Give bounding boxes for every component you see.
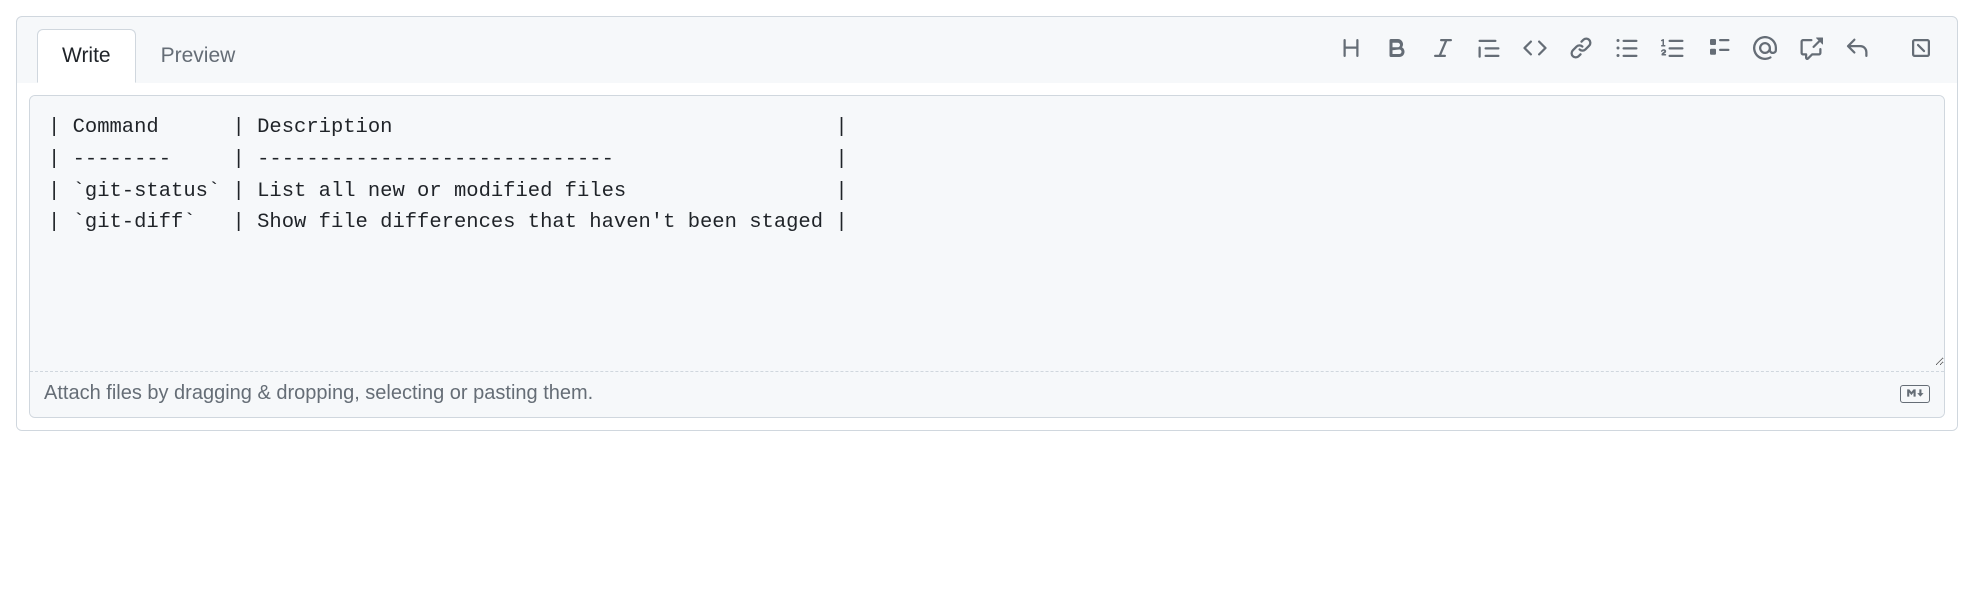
unordered-list-icon <box>1615 36 1639 63</box>
tab-write[interactable]: Write <box>37 29 136 83</box>
editor-body: Attach files by dragging & dropping, sel… <box>17 83 1957 430</box>
markdown-icon <box>1904 386 1926 402</box>
cross-reference-button[interactable] <box>1791 29 1831 69</box>
expand-icon <box>1909 36 1933 63</box>
editor-header: Write Preview <box>17 17 1957 84</box>
markdown-supported-badge[interactable] <box>1900 385 1930 403</box>
textarea-container: Attach files by dragging & dropping, sel… <box>29 95 1945 418</box>
formatting-toolbar <box>1327 21 1945 83</box>
reply-icon <box>1845 36 1869 63</box>
code-icon <box>1523 36 1547 63</box>
heading-button[interactable] <box>1331 29 1371 69</box>
code-button[interactable] <box>1515 29 1555 69</box>
italic-button[interactable] <box>1423 29 1463 69</box>
mention-icon <box>1753 36 1777 63</box>
link-button[interactable] <box>1561 29 1601 69</box>
italic-icon <box>1431 36 1455 63</box>
bold-button[interactable] <box>1377 29 1417 69</box>
attach-files-hint[interactable]: Attach files by dragging & dropping, sel… <box>44 382 593 405</box>
link-icon <box>1569 36 1593 63</box>
ordered-list-button[interactable] <box>1653 29 1693 69</box>
quote-button[interactable] <box>1469 29 1509 69</box>
comment-textarea[interactable] <box>30 96 1944 366</box>
mention-button[interactable] <box>1745 29 1785 69</box>
quote-icon <box>1477 36 1501 63</box>
tab-preview[interactable]: Preview <box>136 29 261 83</box>
unordered-list-button[interactable] <box>1607 29 1647 69</box>
task-list-button[interactable] <box>1699 29 1739 69</box>
reply-button[interactable] <box>1837 29 1877 69</box>
cross-reference-icon <box>1799 36 1823 63</box>
task-list-icon <box>1707 36 1731 63</box>
comment-editor-container: Write Preview <box>16 16 1958 431</box>
bold-icon <box>1385 36 1409 63</box>
editor-footer: Attach files by dragging & dropping, sel… <box>30 371 1944 417</box>
expand-button[interactable] <box>1901 29 1941 69</box>
editor-tabs: Write Preview <box>37 29 260 83</box>
ordered-list-icon <box>1661 36 1685 63</box>
heading-icon <box>1339 36 1363 63</box>
